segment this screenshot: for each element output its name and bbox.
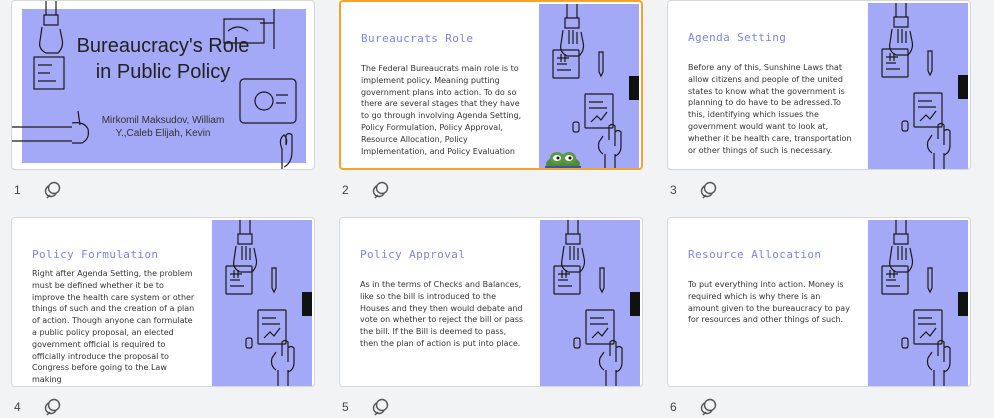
slide-thumbnail-4[interactable]: Policy Formulation Right after Agenda Se…	[11, 217, 315, 387]
slide-body: Before any of this, Sunshine Laws that a…	[688, 63, 852, 155]
slide-thumbnail-2[interactable]: Bureaucrats Role The Federal Bureaucrats…	[339, 0, 643, 170]
slide-thumbnail-1[interactable]: Bureaucracy's Role in Public Policy Mirk…	[11, 0, 315, 170]
slide-title: Policy Formulation	[32, 248, 159, 261]
slide-number: 3	[670, 183, 677, 197]
slide-title: Resource Allocation	[688, 248, 822, 261]
slide-title: Bureaucracy's Role in Public Policy	[76, 35, 250, 83]
comment-icon[interactable]	[371, 398, 391, 418]
comment-icon[interactable]	[699, 398, 719, 418]
illustration-panel	[212, 220, 312, 386]
comment-icon[interactable]	[699, 181, 719, 201]
slide-thumbnail-6[interactable]: Resource Allocation To put everything in…	[667, 217, 971, 387]
slide-thumbnail-5[interactable]: Policy Approval As in the terms of Check…	[339, 217, 643, 387]
slide-body: The Federal Bureaucrats main role is to …	[361, 64, 522, 156]
comment-icon[interactable]	[371, 181, 391, 201]
slide-number: 5	[342, 400, 349, 414]
office-illustration	[881, 220, 951, 386]
black-marker	[302, 292, 312, 316]
slide-body: To put everything into action. Money is …	[688, 280, 850, 325]
slide-number: 4	[14, 400, 21, 414]
black-marker	[629, 76, 639, 100]
illustration-panel	[868, 3, 968, 169]
slide-number: 6	[670, 400, 677, 414]
office-illustration	[881, 3, 951, 169]
slide-title: Bureaucrats Role	[361, 32, 474, 45]
office-illustration	[553, 220, 623, 386]
comment-icon[interactable]	[43, 181, 63, 201]
illustration-panel	[540, 220, 640, 386]
frog-sticker-icon	[545, 152, 581, 168]
slide-number: 2	[342, 183, 349, 197]
office-illustration	[225, 220, 295, 386]
slide-title: Policy Approval	[360, 248, 466, 261]
slide-grid: Bureaucracy's Role in Public Policy Mirk…	[0, 0, 994, 416]
title-illustration	[12, 1, 297, 169]
comment-icon[interactable]	[43, 398, 63, 418]
slide-subtitle: Mirkomil Maksudov, William Y.,Caleb Elij…	[101, 115, 225, 139]
black-marker	[958, 292, 968, 316]
slide-number: 1	[14, 183, 21, 197]
slide-body: Right after Agenda Setting, the problem …	[32, 269, 195, 385]
slide-body: As in the terms of Checks and Balances, …	[360, 280, 524, 348]
office-illustration	[552, 4, 622, 168]
slide-title: Agenda Setting	[688, 31, 787, 44]
black-marker	[958, 75, 968, 99]
black-marker	[630, 292, 640, 316]
illustration-panel	[868, 220, 968, 386]
slide-thumbnail-3[interactable]: Agenda Setting Before any of this, Sunsh…	[667, 0, 971, 170]
illustration-panel	[539, 4, 639, 168]
